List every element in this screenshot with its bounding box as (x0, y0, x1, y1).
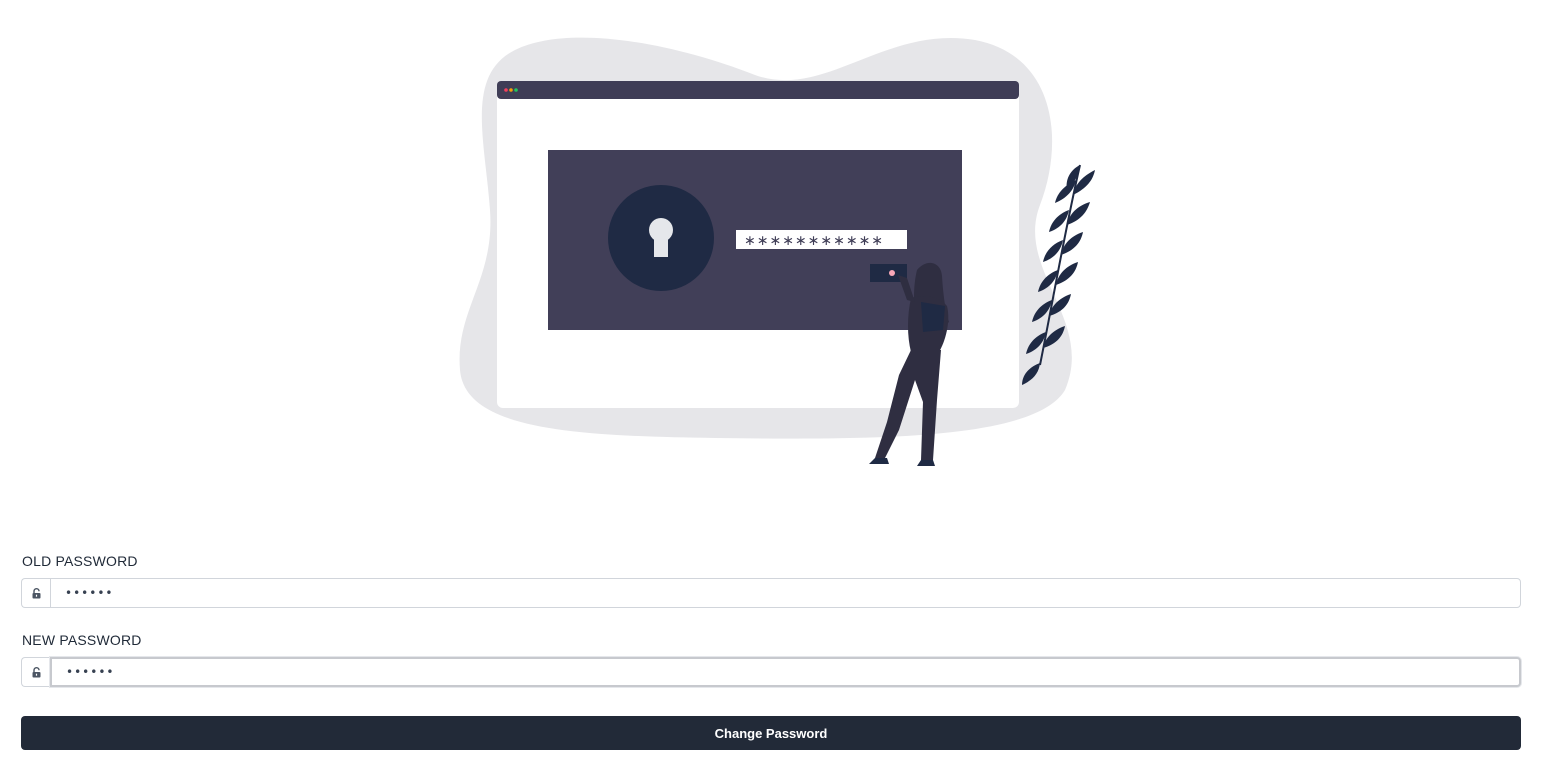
new-password-group (21, 657, 1521, 687)
window-dot-green (514, 88, 518, 92)
old-password-label: OLD PASSWORD (22, 553, 138, 569)
new-password-input[interactable] (50, 657, 1521, 687)
window-titlebar (497, 81, 1019, 99)
change-password-button[interactable]: Change Password (21, 716, 1521, 750)
window-dot-red (504, 88, 508, 92)
window-dot-yellow (509, 88, 513, 92)
illustration-password-mask: ∗∗∗∗∗∗∗∗∗∗∗ (744, 233, 884, 249)
unlock-icon (21, 657, 50, 687)
change-password-page: ∗∗∗∗∗∗∗∗∗∗∗ OLD PASSWORD NEW PASSWORD Ch… (0, 0, 1552, 767)
old-password-input[interactable] (50, 578, 1521, 608)
keyhole-stem (654, 233, 668, 257)
password-illustration: ∗∗∗∗∗∗∗∗∗∗∗ (459, 37, 1095, 466)
unlock-icon (21, 578, 50, 608)
new-password-label: NEW PASSWORD (22, 632, 142, 648)
old-password-group (21, 578, 1521, 608)
